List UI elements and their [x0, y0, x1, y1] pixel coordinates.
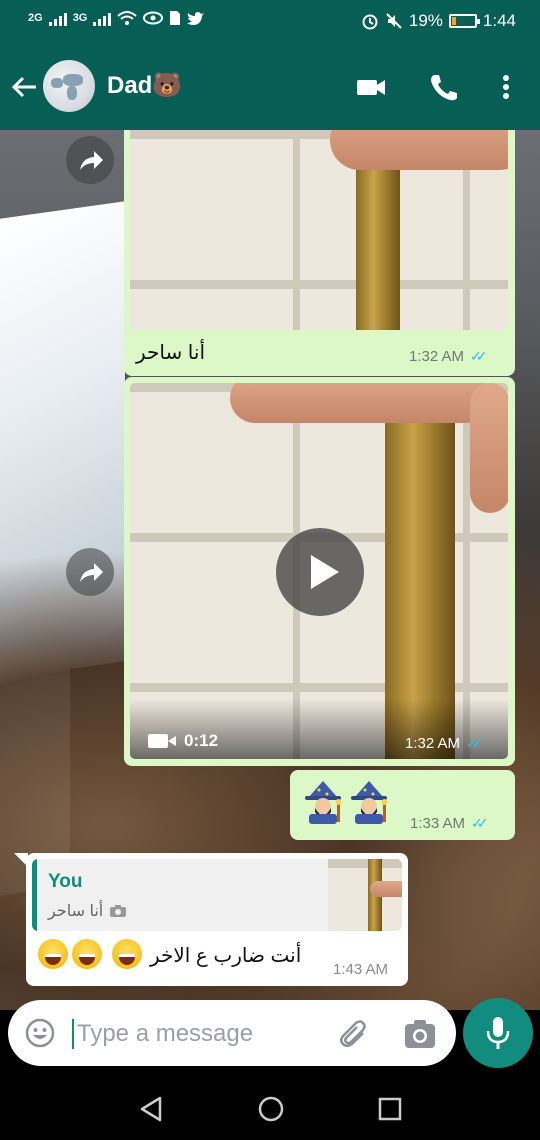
contact-name[interactable]: Dad🐻 — [107, 71, 182, 100]
nav-home-icon[interactable] — [257, 1095, 285, 1123]
mute-icon — [386, 13, 402, 29]
phone-icon[interactable] — [428, 72, 460, 102]
clock: 1:44 — [482, 11, 516, 30]
chat-header: Dad🐻 — [0, 44, 540, 130]
video-duration-label: 0:12 — [184, 731, 219, 750]
message-timestamp: 1:33 AM — [410, 815, 466, 832]
status-bar: 2G 3G 19% 1:44 — [0, 0, 540, 44]
message-time: 1:33 AM ✓✓ — [410, 815, 489, 832]
more-options-icon[interactable] — [490, 72, 522, 102]
forward-button[interactable] — [66, 136, 114, 184]
quote-thumbnail — [328, 859, 402, 931]
signal-icon — [48, 10, 67, 26]
network-3g-label: 3G — [72, 12, 88, 24]
video-camera-icon — [148, 734, 176, 748]
quote-preview: أنا ساحر — [48, 901, 127, 921]
wizard-emoji-icon — [351, 781, 388, 824]
eye-icon — [143, 11, 164, 25]
system-nav-bar — [0, 1078, 540, 1140]
attach-icon[interactable] — [338, 1018, 370, 1050]
grinning-emoji-icon — [72, 939, 102, 969]
read-ticks-icon: ✓✓ — [471, 815, 489, 831]
message-input[interactable]: Type a message — [72, 1019, 253, 1049]
quote-text: أنا ساحر — [48, 903, 104, 920]
avatar[interactable] — [43, 60, 95, 112]
wizard-emoji-icon — [305, 781, 342, 824]
quote-author: You — [48, 871, 83, 892]
play-button[interactable] — [276, 528, 364, 616]
forward-button-2[interactable] — [66, 548, 114, 596]
forward-icon — [80, 563, 103, 582]
camera-icon[interactable] — [403, 1018, 437, 1050]
wifi-icon — [117, 11, 138, 25]
message-caption: أنا ساحر — [136, 342, 206, 364]
alarm-icon — [362, 14, 378, 30]
twitter-icon — [187, 11, 205, 25]
status-left: 2G 3G — [28, 10, 205, 26]
message-timestamp: 1:32 AM — [409, 348, 465, 365]
nav-recents-icon[interactable] — [377, 1096, 403, 1122]
battery-percent: 19% — [408, 11, 443, 30]
camera-icon — [110, 905, 127, 917]
emoji-icon[interactable] — [24, 1017, 56, 1049]
message-time: 1:32 AM ✓✓ — [405, 735, 484, 752]
message-timestamp: 1:43 AM — [333, 961, 389, 978]
message-bubble-emoji[interactable]: 1:33 AM ✓✓ — [290, 770, 515, 840]
message-image[interactable] — [130, 130, 508, 330]
mic-icon — [486, 1017, 510, 1049]
video-call-icon[interactable] — [355, 72, 387, 102]
video-duration: 0:12 — [148, 731, 218, 751]
read-ticks-icon: ✓✓ — [466, 735, 484, 751]
forward-icon — [80, 151, 103, 170]
grinning-emoji-icon — [112, 939, 142, 969]
message-time: 1:32 AM ✓✓ — [409, 348, 488, 365]
message-bubble-image[interactable]: أنا ساحر 1:32 AM ✓✓ — [124, 130, 515, 376]
nav-back-icon[interactable] — [138, 1095, 164, 1123]
laughing-emojis — [38, 939, 142, 969]
laughing-emoji-icon — [38, 939, 68, 969]
message-timestamp: 1:32 AM — [405, 735, 461, 752]
message-bubble-incoming[interactable]: You أنا ساحر أنت ضارب ع الاخر 1:43 AM — [14, 853, 408, 986]
sim-icon — [170, 11, 181, 25]
status-right: 19% 1:44 — [361, 11, 516, 31]
battery-fill — [451, 17, 457, 25]
signal-icon-2 — [93, 10, 112, 26]
message-input-bar: Type a message — [8, 1000, 456, 1066]
network-2g-label: 2G — [28, 12, 43, 24]
incoming-message-text: أنت ضارب ع الاخر — [150, 945, 302, 967]
battery-icon — [448, 14, 480, 28]
quoted-message[interactable]: You أنا ساحر — [32, 859, 402, 931]
quote-accent-bar — [32, 859, 37, 931]
message-bubble-video[interactable]: 0:12 1:32 AM ✓✓ — [124, 377, 515, 766]
read-ticks-icon: ✓✓ — [470, 348, 488, 364]
mic-button[interactable] — [463, 998, 533, 1068]
back-arrow-icon[interactable] — [10, 73, 38, 101]
